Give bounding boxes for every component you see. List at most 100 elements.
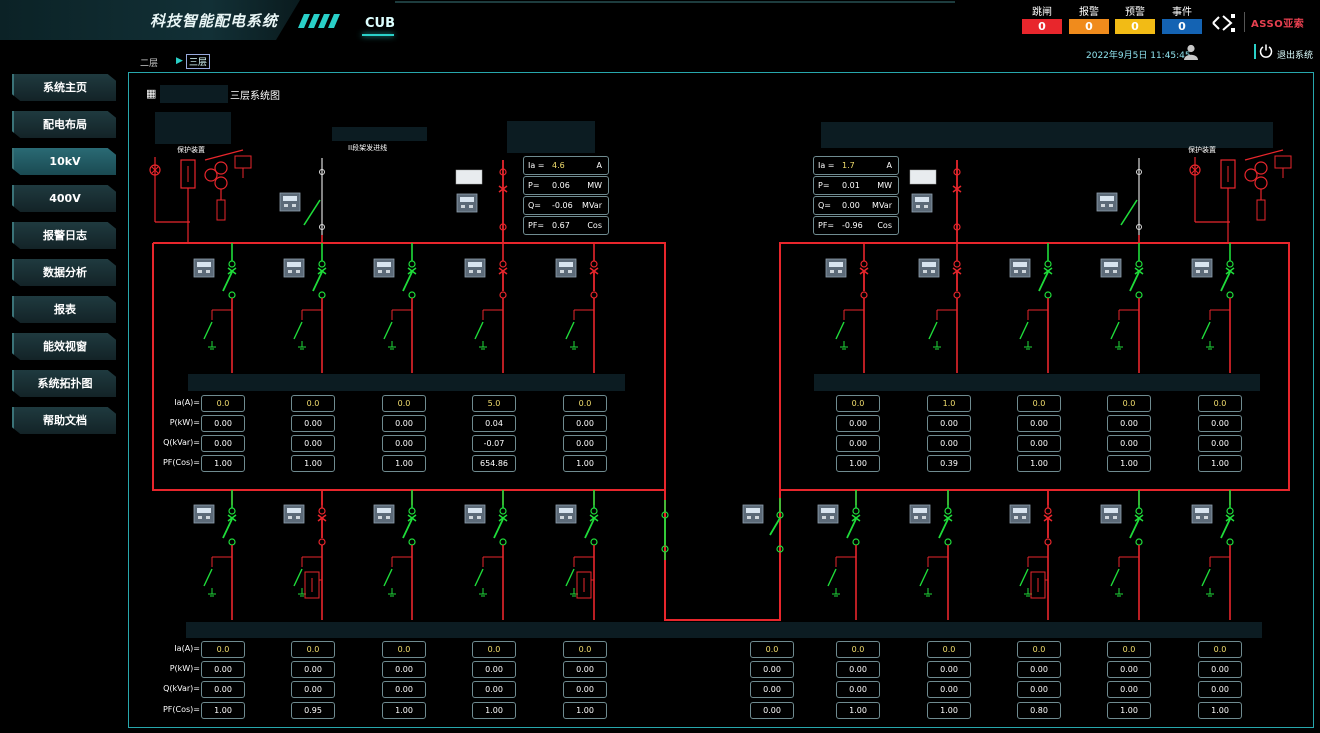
relay-button [206, 516, 210, 519]
relay-button [830, 270, 834, 273]
switch-node [408, 507, 416, 515]
relay-screen [377, 262, 391, 267]
reading-value: 0.00 [472, 661, 516, 678]
wire [474, 568, 484, 587]
row-label: P(kW)= [169, 664, 200, 673]
reading-value: 0.00 [382, 681, 426, 698]
switch-node [590, 538, 598, 546]
wire [303, 199, 321, 226]
relay-screen [829, 262, 843, 267]
relay-screen [377, 508, 391, 513]
reading-value: 0.00 [201, 435, 245, 452]
relay-button [288, 516, 292, 519]
reading-value: 0.00 [750, 702, 794, 719]
wire [493, 518, 504, 539]
relay-icon [456, 193, 478, 213]
relay-button [1113, 516, 1117, 519]
wire [846, 518, 857, 539]
reading-value: 0.39 [927, 455, 971, 472]
reading-value: 0.0 [750, 641, 794, 658]
relay-icon [1096, 192, 1118, 212]
switch-node [499, 291, 507, 299]
relay-button [386, 270, 390, 273]
meter-value: 0.06 [552, 181, 570, 190]
switch-node [318, 260, 326, 268]
meter-unit: MVar [582, 201, 602, 210]
reading-value: 0.00 [1198, 435, 1242, 452]
relay-button [1109, 204, 1113, 207]
switch-node [228, 538, 236, 546]
reading-value: 1.00 [1017, 455, 1061, 472]
relay-button [838, 270, 842, 273]
reading-value: 1.00 [563, 702, 607, 719]
transformer-icon [1254, 176, 1268, 190]
switch-node [1226, 291, 1234, 299]
bus-label-mask [814, 374, 1260, 391]
meter-key: PF= [818, 221, 835, 230]
switch-node [228, 507, 236, 515]
reading-value: 0.0 [1017, 641, 1061, 658]
wire [312, 271, 323, 292]
wire [584, 518, 595, 539]
relay-button [931, 270, 935, 273]
relay-button [922, 516, 926, 519]
reading-value: 0.04 [472, 415, 516, 432]
meter-value: 1.7 [842, 161, 855, 170]
relay-screen [468, 508, 482, 513]
switch-node [953, 260, 961, 268]
switch-node [860, 260, 868, 268]
switch-node [1044, 507, 1052, 515]
reading-value: 0.0 [382, 641, 426, 658]
reading-value: 0.80 [1017, 702, 1061, 719]
relay-button [1105, 270, 1109, 273]
wire [1110, 321, 1120, 340]
wire [827, 568, 837, 587]
reading-value: 0.00 [836, 661, 880, 678]
reading-value: 0.00 [382, 435, 426, 452]
relay-button [469, 270, 473, 273]
meter-row: P= 0.01 MW [813, 176, 899, 195]
wire [1129, 271, 1140, 292]
wire [203, 568, 213, 587]
switch-node [1044, 260, 1052, 268]
switch-node [318, 507, 326, 515]
wire [835, 321, 845, 340]
relay-icon [909, 504, 931, 524]
relay-button [461, 205, 465, 208]
relay-button [206, 270, 210, 273]
switch-node [1135, 291, 1143, 299]
reading-value: 1.00 [201, 702, 245, 719]
relay-button [1196, 516, 1200, 519]
wire [402, 271, 413, 292]
reading-value: 0.00 [927, 681, 971, 698]
meter-row: PF= 0.67 Cos [523, 216, 609, 235]
reading-value: 0.0 [1107, 641, 1151, 658]
reading-value: 1.00 [1107, 455, 1151, 472]
relay-button [288, 270, 292, 273]
switch-node [860, 291, 868, 299]
reading-value: 0.0 [1107, 395, 1151, 412]
reading-value: 1.00 [1198, 455, 1242, 472]
wire [474, 321, 484, 340]
relay-icon [1009, 504, 1031, 524]
bus-label-mask [188, 374, 625, 391]
meter-unit: Cos [587, 221, 602, 230]
meter-key: Ia = [528, 161, 545, 170]
pt-box [1274, 155, 1292, 169]
reading-value: 0.00 [750, 681, 794, 698]
meter-unit: Cos [877, 221, 892, 230]
reading-value: 0.00 [201, 661, 245, 678]
relay-icon [373, 258, 395, 278]
relay-button [296, 270, 300, 273]
reading-value: 1.00 [927, 702, 971, 719]
relay-icon [193, 504, 215, 524]
reading-value: 0.0 [1198, 641, 1242, 658]
relay-button [469, 516, 473, 519]
meter-key: Ia = [818, 161, 835, 170]
relay-screen [197, 508, 211, 513]
relay-button [296, 516, 300, 519]
meter-unit: MW [587, 181, 602, 190]
reading-value: 1.00 [201, 455, 245, 472]
relay-button [747, 516, 751, 519]
relay-screen [287, 508, 301, 513]
